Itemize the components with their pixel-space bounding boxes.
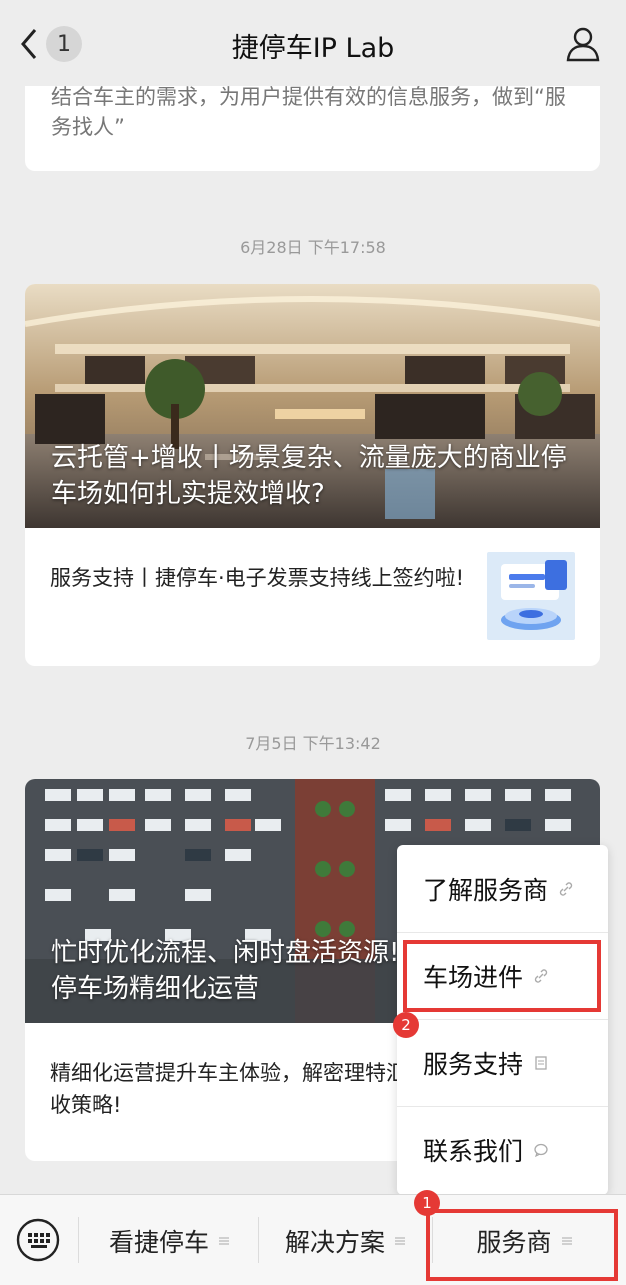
service-provider-submenu: 了解服务商 车场进件 服务支持 联系我们 [397, 845, 608, 1195]
tab-view-jietingche[interactable]: 看捷停车 [80, 1195, 258, 1285]
tab-service-provider[interactable]: 服务商 [434, 1195, 614, 1285]
submenu-item-label: 了解服务商 [423, 875, 549, 905]
timestamp: 6月28日 下午17:58 [240, 238, 386, 257]
keyboard-toggle-button[interactable] [16, 1218, 60, 1262]
tab-label: 解决方案 [284, 1227, 385, 1257]
chat-bubble-icon [534, 1143, 548, 1158]
submenu-item-label: 服务支持 [423, 1050, 524, 1079]
step-badge: 2 [393, 1012, 419, 1038]
article-sub-item[interactable]: 服务支持丨捷停车·电子发票支持线上签约啦! [25, 528, 600, 666]
divider [432, 1217, 433, 1263]
tab-label: 看捷停车 [108, 1227, 209, 1257]
article-sub-title: 服务支持丨捷停车·电子发票支持线上签约啦! [50, 566, 465, 590]
timestamp: 7月5日 下午13:42 [245, 734, 381, 753]
top-navigation-bar: 1 捷停车IP Lab [0, 0, 626, 86]
submenu-item-label: 联系我们 [423, 1137, 524, 1166]
submenu-item-label: 车场进件 [423, 963, 524, 992]
submenu-item-learn-provider[interactable]: 了解服务商 [397, 845, 608, 932]
menu-lines-icon [561, 1237, 572, 1244]
article-thumbnail [487, 552, 575, 640]
tab-label: 服务商 [476, 1227, 552, 1257]
person-icon [566, 27, 600, 62]
article-card: 云托管+增收丨场景复杂、流量庞大的商业停车场如何扎实提效增收? 服务支持丨捷停车… [25, 284, 600, 666]
menu-lines-icon [219, 1237, 229, 1244]
link-icon [559, 881, 573, 896]
link-icon [534, 969, 548, 983]
article-card-partial[interactable]: 结合车主的需求，为用户提供有效的信息服务，做到“服务找人” [25, 86, 600, 171]
profile-button[interactable] [566, 26, 600, 62]
submenu-item-contact-us[interactable]: 联系我们 [397, 1106, 608, 1193]
article-title: 云托管+增收丨场景复杂、流量庞大的商业停车场如何扎实提效增收? [51, 443, 567, 509]
article-summary: 结合车主的需求，为用户提供有效的信息服务，做到“服务找人” [51, 86, 566, 139]
step-badge: 1 [414, 1190, 440, 1216]
article-hero[interactable]: 云托管+增收丨场景复杂、流量庞大的商业停车场如何扎实提效增收? [25, 284, 600, 528]
document-icon [535, 1056, 547, 1070]
submenu-item-parking-onboarding[interactable]: 车场进件 [397, 932, 608, 1019]
divider [258, 1217, 259, 1263]
menu-lines-icon [395, 1237, 405, 1244]
keyboard-icon [16, 1218, 60, 1262]
bottom-menu-bar: 看捷停车 解决方案 服务商 [0, 1194, 626, 1285]
invoice-illustration-icon [487, 552, 575, 640]
tab-solutions[interactable]: 解决方案 [260, 1195, 430, 1285]
page-title: 捷停车IP Lab [231, 33, 395, 64]
submenu-item-service-support[interactable]: 服务支持 [397, 1019, 608, 1106]
divider [78, 1217, 79, 1263]
